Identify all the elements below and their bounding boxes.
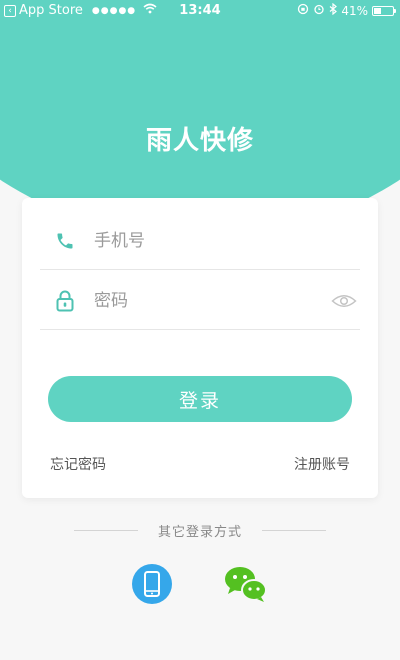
divider-line-left xyxy=(73,529,138,531)
password-field xyxy=(40,272,360,330)
mobile-phone-icon xyxy=(132,564,172,604)
phone-login-button[interactable] xyxy=(130,562,174,606)
divider-line-right xyxy=(262,529,326,531)
other-login-divider: 其它登录方式 xyxy=(0,520,400,540)
phone-field xyxy=(40,212,360,270)
status-right: 41% xyxy=(297,0,396,22)
phone-input[interactable] xyxy=(94,230,360,251)
battery-fill xyxy=(374,8,382,14)
status-bar: ‹ App Store ●●●●● 13:44 41% xyxy=(0,0,400,22)
login-card: 登录 忘记密码 注册账号 xyxy=(22,198,378,498)
wechat-login-button[interactable] xyxy=(222,562,267,606)
register-link[interactable]: 注册账号 xyxy=(294,454,350,474)
battery-icon xyxy=(372,6,396,16)
phone-icon xyxy=(54,230,76,252)
battery-percent: 41% xyxy=(341,4,368,18)
app-title: 雨人快修 xyxy=(145,126,254,156)
bluetooth-icon xyxy=(329,0,338,22)
login-button[interactable]: 登录 xyxy=(48,376,352,422)
lock-icon xyxy=(54,290,76,312)
other-login-label: 其它登录方式 xyxy=(157,524,242,540)
rotation-lock-icon xyxy=(297,0,309,22)
password-input[interactable] xyxy=(94,290,330,311)
show-password-icon[interactable] xyxy=(330,292,358,310)
wechat-icon xyxy=(225,567,267,602)
login-screen: ‹ App Store ●●●●● 13:44 41% 雨人快修 手机号 登录 … xyxy=(0,0,400,660)
forgot-password-link[interactable]: 忘记密码 xyxy=(50,454,106,474)
alarm-icon xyxy=(313,0,325,22)
